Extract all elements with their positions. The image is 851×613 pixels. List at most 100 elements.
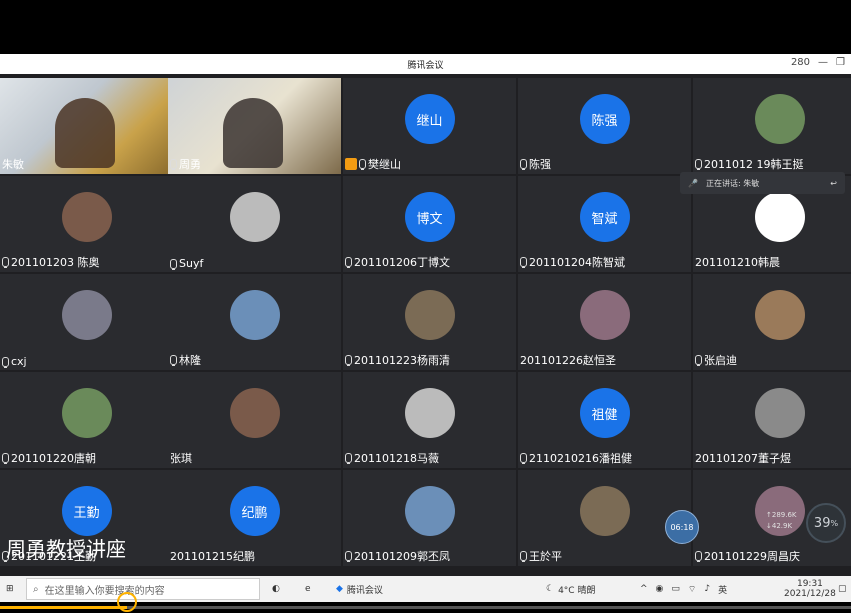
participant-name-label: 201101220唐朝 xyxy=(11,452,96,465)
participant-name: 201101207董子煜 xyxy=(695,450,791,466)
participant-name: 201101210韩晨 xyxy=(695,254,780,270)
mic-icon xyxy=(2,257,9,268)
participant-tile[interactable]: 朱敏 xyxy=(0,78,173,174)
participant-tile[interactable]: 201101220唐朝 xyxy=(0,372,173,468)
mic-icon xyxy=(170,258,177,270)
participant-tile[interactable]: 祖健 2110210216潘祖健 xyxy=(518,372,691,468)
participant-name-label: cxj xyxy=(11,355,27,368)
participant-tile[interactable]: 林隆 xyxy=(168,274,341,370)
restore-icon[interactable]: ❐ xyxy=(836,57,845,68)
participant-name: 林隆 xyxy=(170,352,201,368)
search-icon: ⌕ xyxy=(33,583,39,595)
mic-icon xyxy=(345,551,352,562)
participant-tile[interactable]: Suyf xyxy=(168,176,341,272)
network-ball[interactable]: 39% xyxy=(806,503,846,543)
participant-name-label: 201101223杨雨清 xyxy=(354,354,450,367)
participant-tile[interactable]: 201101207董子煜 xyxy=(693,372,851,468)
avatar-image xyxy=(61,192,112,242)
participant-name-label: 樊继山 xyxy=(368,158,401,171)
participant-name-label: 朱敏 xyxy=(2,158,24,171)
participant-name-label: 201101206丁博文 xyxy=(354,256,450,269)
participant-tile[interactable]: cxj xyxy=(0,274,173,370)
window-title: 腾讯会议 xyxy=(407,61,444,71)
participant-name: 2011012 19韩王挺 xyxy=(695,156,803,172)
participant-name-label: 201101209郭丕凤 xyxy=(354,550,450,563)
mic-icon xyxy=(2,453,9,464)
participant-tile[interactable]: 周勇 xyxy=(168,78,341,174)
participant-tile[interactable]: 张启迪 xyxy=(693,274,851,370)
weather-moon-icon: ☾ xyxy=(546,584,555,594)
participant-name-label: 201101215纪鹏 xyxy=(170,550,255,563)
participant-tile[interactable]: 201101218马薇 xyxy=(343,372,516,468)
taskbar-app-meeting[interactable]: ◆ 腾讯会议 xyxy=(336,576,383,602)
avatar: 祖健 xyxy=(579,388,630,438)
weather-label: 4°C 晴朗 xyxy=(558,585,596,596)
window-titlebar: 腾讯会议 280 — ❐ xyxy=(0,54,851,74)
mic-icon xyxy=(359,159,366,170)
participant-name: 张启迪 xyxy=(695,352,737,368)
notification-icon[interactable]: ▢ xyxy=(838,576,847,602)
tray-network-icon[interactable]: ⌔ xyxy=(688,584,696,595)
avatar-image xyxy=(754,94,805,144)
avatar-image xyxy=(754,388,805,438)
participant-tile[interactable]: 智斌 201101204陈智斌 xyxy=(518,176,691,272)
speaking-indicator: 🎤 正在讲话: 朱敏 ↩ xyxy=(680,172,845,194)
mic-icon xyxy=(2,356,9,368)
participant-tile[interactable]: 博文 201101206丁博文 xyxy=(343,176,516,272)
participant-tile[interactable]: 王於平 xyxy=(518,470,691,566)
participant-name: 201101204陈智斌 xyxy=(520,254,625,270)
tray-volume-icon[interactable]: ♪ xyxy=(704,584,710,594)
avatar-image xyxy=(579,486,630,536)
weather-widget[interactable]: ☾ 4°C 晴朗 xyxy=(546,576,595,602)
avatar: 智斌 xyxy=(579,192,630,242)
mic-icon xyxy=(520,159,527,170)
mic-icon xyxy=(170,355,177,366)
participant-name-label: Suyf xyxy=(179,257,204,270)
progress-knob[interactable] xyxy=(116,592,137,612)
participant-name-label: 201101207董子煜 xyxy=(695,452,791,465)
avatar-image xyxy=(754,192,805,242)
participant-tile[interactable]: 纪鹏 201101215纪鹏 xyxy=(168,470,341,566)
ime-indicator[interactable]: 英 xyxy=(718,583,727,596)
participant-tile[interactable]: 201101226赵恒圣 xyxy=(518,274,691,370)
tray-chevron-icon[interactable]: ^ xyxy=(640,584,648,594)
windows-start-icon[interactable]: ⊞ xyxy=(6,576,14,602)
percent-sign: % xyxy=(830,518,839,528)
window-controls: 280 — ❐ xyxy=(791,57,845,68)
participant-tile[interactable]: 陈强 陈强 xyxy=(518,78,691,174)
status-suffix: 280 xyxy=(790,57,811,68)
participant-name: 201101209郭丕凤 xyxy=(345,548,450,564)
taskbar-search[interactable]: ⌕ 在这里输入你要搜索的内容 xyxy=(26,578,260,600)
participant-name: 2110210216潘祖健 xyxy=(520,450,632,466)
avatar: 博文 xyxy=(404,192,455,242)
participant-tile[interactable]: 继山 樊继山 xyxy=(343,78,516,174)
avatar-image xyxy=(754,290,805,340)
speaking-label: 正在讲话: 朱敏 xyxy=(705,178,760,188)
participant-name: 201101223杨雨清 xyxy=(345,352,450,368)
participant-tile[interactable]: 张琪 xyxy=(168,372,341,468)
minimize-icon[interactable]: — xyxy=(818,57,828,68)
avatar-image xyxy=(404,388,455,438)
participant-name-label: 201101229周昌庆 xyxy=(704,550,800,563)
avatar-image xyxy=(579,290,630,340)
participant-tile[interactable]: 2011012 19韩王挺 xyxy=(693,78,851,174)
tray-mic-icon[interactable]: ◉ xyxy=(656,584,664,594)
participant-name-label: 张琪 xyxy=(170,452,192,465)
back-icon[interactable]: ↩ xyxy=(830,179,837,188)
edge-icon[interactable]: ◐ xyxy=(272,576,280,602)
playback-progress[interactable] xyxy=(0,592,851,613)
tray-battery-icon[interactable]: ▭ xyxy=(671,584,680,594)
ie-icon[interactable]: e xyxy=(305,576,311,602)
clock[interactable]: 19:31 2021/12/28 xyxy=(784,576,836,602)
participant-name: 201101203 陈奥 xyxy=(2,254,99,270)
participant-tile[interactable]: 201101223杨雨清 xyxy=(343,274,516,370)
participant-tile[interactable]: 201101203 陈奥 xyxy=(0,176,173,272)
participant-name: 张琪 xyxy=(170,450,192,466)
participant-name: 201101206丁博文 xyxy=(345,254,450,270)
system-tray: ^ ◉ ▭ ⌔ ♪ 英 xyxy=(640,576,727,602)
participant-tile[interactable]: 201101209郭丕凤 xyxy=(343,470,516,566)
meeting-icon: ◆ xyxy=(336,584,343,594)
net-up: ↑289.6K xyxy=(766,511,797,519)
participant-name-label: 201101204陈智斌 xyxy=(529,256,625,269)
participant-name-label: 201101226赵恒圣 xyxy=(520,354,616,367)
